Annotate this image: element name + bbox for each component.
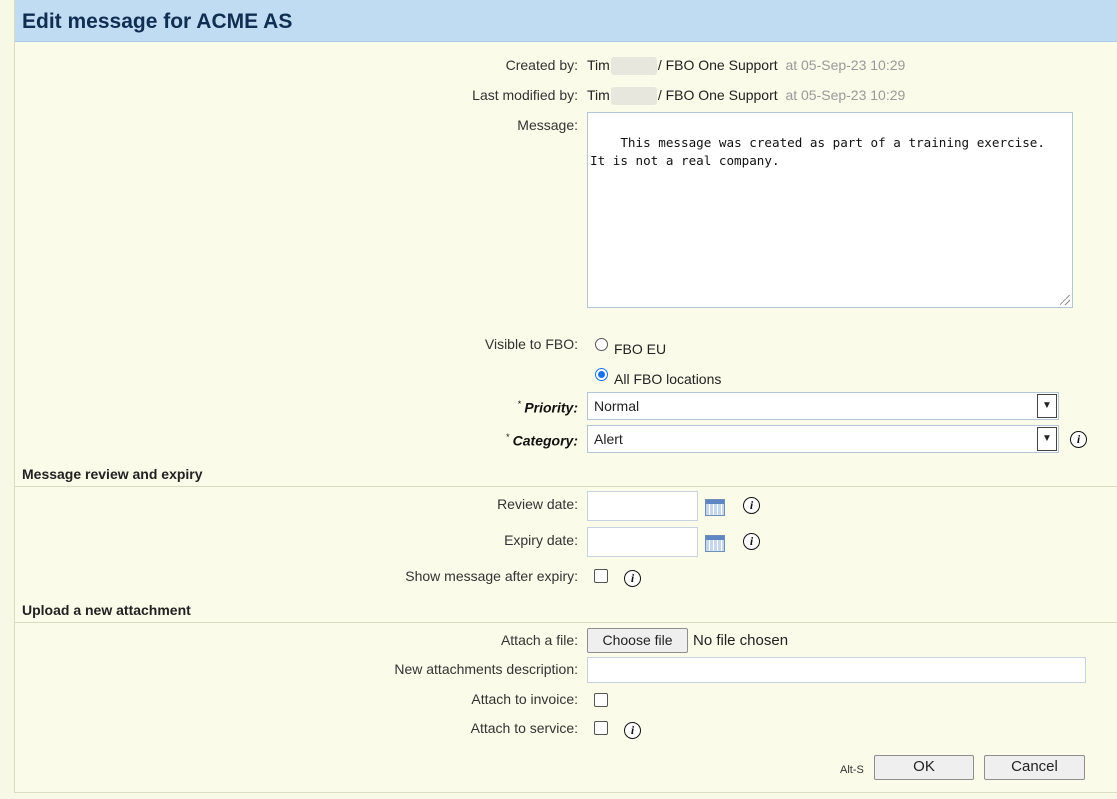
page-title: Edit message for ACME AS bbox=[22, 10, 293, 33]
shortcut-hint: Alt-S bbox=[840, 764, 864, 776]
category-label-text: Category: bbox=[512, 432, 578, 449]
priority-select[interactable]: Normal ▼ bbox=[587, 392, 1059, 420]
choose-file-button[interactable]: Choose file bbox=[587, 628, 688, 653]
upload-attachment-section-header: Upload a new attachment bbox=[15, 598, 1117, 623]
attachments-description-input[interactable] bbox=[587, 657, 1086, 683]
attachments-description-label: New attachments description: bbox=[394, 661, 578, 677]
required-mark: * bbox=[506, 432, 510, 442]
cancel-button[interactable]: Cancel bbox=[984, 755, 1085, 780]
modified-by-org: / FBO One Support bbox=[657, 87, 778, 103]
category-label: * Category: bbox=[506, 432, 578, 449]
info-icon[interactable]: i bbox=[624, 722, 641, 739]
resize-handle-icon[interactable] bbox=[1060, 295, 1070, 305]
category-value[interactable]: Alert bbox=[594, 431, 623, 447]
show-after-expiry-checkbox[interactable] bbox=[594, 569, 608, 583]
chevron-down-icon[interactable]: ▼ bbox=[1037, 427, 1057, 451]
priority-label: * Priority: bbox=[518, 399, 578, 416]
required-mark: * bbox=[517, 399, 522, 409]
expiry-date-input[interactable] bbox=[587, 527, 698, 557]
no-file-chosen-text: No file chosen bbox=[693, 632, 789, 649]
created-by-label: Created by: bbox=[505, 57, 578, 73]
message-text[interactable]: This message was created as part of a tr… bbox=[590, 135, 1045, 168]
attach-to-service-label: Attach to service: bbox=[470, 720, 578, 736]
ok-button[interactable]: OK bbox=[874, 755, 974, 780]
modified-by-first-name: Tim bbox=[587, 87, 610, 103]
modified-at: at 05-Sep-23 10:29 bbox=[785, 87, 906, 103]
created-at: at 05-Sep-23 10:29 bbox=[785, 57, 906, 73]
created-by-first-name: Tim bbox=[587, 57, 610, 73]
priority-label-text: Priority: bbox=[524, 399, 578, 416]
info-icon[interactable]: i bbox=[743, 497, 760, 514]
message-label: Message: bbox=[517, 117, 578, 133]
show-after-expiry-label: Show message after expiry: bbox=[405, 568, 578, 584]
expiry-date-label: Expiry date: bbox=[504, 532, 578, 548]
redacted-name bbox=[610, 57, 657, 76]
info-icon[interactable]: i bbox=[1070, 431, 1087, 448]
modified-by-value: Tim / FBO One Support at 05-Sep-23 10:29 bbox=[587, 87, 906, 106]
attach-to-service-checkbox[interactable] bbox=[594, 721, 608, 735]
review-expiry-section-header: Message review and expiry bbox=[15, 462, 1117, 487]
visible-to-fbo-label: Visible to FBO: bbox=[484, 336, 578, 352]
radio-all-fbo-locations-label[interactable]: All FBO locations bbox=[614, 371, 721, 387]
category-select[interactable]: Alert ▼ bbox=[587, 425, 1059, 453]
radio-fbo-eu-label[interactable]: FBO EU bbox=[614, 341, 666, 357]
created-by-value: Tim / FBO One Support at 05-Sep-23 10:29 bbox=[587, 57, 906, 76]
attach-file-label: Attach a file: bbox=[500, 632, 578, 648]
modified-by-label: Last modified by: bbox=[472, 87, 578, 103]
review-date-label: Review date: bbox=[497, 496, 578, 512]
priority-value[interactable]: Normal bbox=[594, 398, 639, 414]
attach-to-invoice-label: Attach to invoice: bbox=[471, 691, 578, 707]
chevron-down-icon[interactable]: ▼ bbox=[1037, 394, 1057, 418]
calendar-icon[interactable] bbox=[705, 499, 725, 516]
review-date-input[interactable] bbox=[587, 491, 698, 521]
edit-message-form: Edit message for ACME AS Created by: Tim… bbox=[14, 0, 1117, 793]
section-title: Upload a new attachment bbox=[22, 602, 191, 618]
radio-fbo-eu[interactable] bbox=[595, 338, 608, 351]
info-icon[interactable]: i bbox=[624, 570, 641, 587]
attach-to-invoice-checkbox[interactable] bbox=[594, 693, 608, 707]
section-title: Message review and expiry bbox=[22, 466, 203, 482]
info-icon[interactable]: i bbox=[743, 533, 760, 550]
calendar-icon[interactable] bbox=[705, 535, 725, 552]
redacted-name bbox=[610, 87, 657, 106]
title-bar: Edit message for ACME AS bbox=[15, 0, 1117, 42]
created-by-org: / FBO One Support bbox=[657, 57, 778, 73]
radio-all-fbo-locations[interactable] bbox=[595, 368, 608, 381]
message-textarea[interactable]: This message was created as part of a tr… bbox=[587, 112, 1073, 308]
